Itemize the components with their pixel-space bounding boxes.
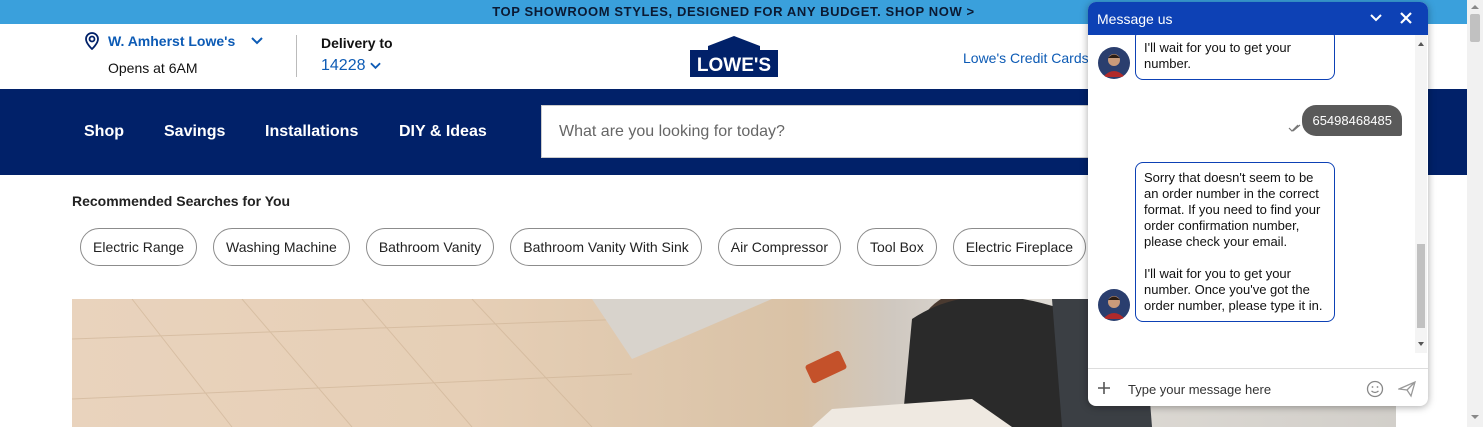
agent-avatar [1098, 289, 1130, 321]
promo-text[interactable]: TOP SHOWROOM STYLES, DESIGNED FOR ANY BU… [492, 4, 975, 19]
page-scrollbar[interactable] [1467, 0, 1483, 427]
read-receipt-icon [1288, 124, 1301, 132]
chat-input-bar [1088, 368, 1428, 406]
lowes-logo[interactable]: LOWE'S [690, 36, 778, 77]
delivery-label: Delivery to [321, 35, 393, 51]
nav-diy-ideas[interactable]: DIY & Ideas [399, 123, 487, 141]
agent-avatar [1098, 47, 1130, 79]
chip-bathroom-vanity-with-sink[interactable]: Bathroom Vanity With Sink [510, 228, 702, 266]
header-divider [296, 35, 297, 77]
search-input[interactable] [542, 106, 1100, 157]
chip-tool-box[interactable]: Tool Box [857, 228, 937, 266]
user-message: 65498468485 [1302, 105, 1402, 136]
chat-title: Message us [1097, 11, 1173, 27]
nav-shop[interactable]: Shop [84, 123, 124, 141]
send-icon[interactable] [1398, 380, 1416, 398]
store-hours: Opens at 6AM [108, 60, 198, 76]
chip-air-compressor[interactable]: Air Compressor [717, 228, 842, 266]
chevron-down-icon[interactable] [369, 62, 381, 70]
nav-installations[interactable]: Installations [265, 123, 358, 141]
delivery-selector[interactable]: Delivery to 14228 [321, 35, 393, 75]
agent-message: I'll wait for you to get your number. [1135, 35, 1335, 80]
chat-scroll-thumb[interactable] [1417, 244, 1425, 328]
chat-widget: Message us I'll wait for you to get your… [1088, 2, 1428, 406]
recommended-title: Recommended Searches for You [72, 193, 291, 209]
emoji-icon[interactable] [1366, 380, 1384, 398]
recommended-chips: Electric Range Washing Machine Bathroom … [80, 228, 1087, 266]
page-scroll-thumb[interactable] [1470, 14, 1480, 42]
agent-message: Sorry that doesn't seem to be an order n… [1135, 162, 1335, 322]
chip-bathroom-vanity[interactable]: Bathroom Vanity [365, 228, 495, 266]
store-name[interactable]: W. Amherst Lowe's [108, 33, 235, 49]
chat-message-input[interactable] [1126, 377, 1355, 401]
chip-electric-range[interactable]: Electric Range [80, 228, 198, 266]
agent-message-text: I'll wait for you to get your number. On… [1144, 266, 1323, 313]
chip-electric-fireplace[interactable]: Electric Fireplace [952, 228, 1087, 266]
agent-message-text: Sorry that doesn't seem to be an order n… [1144, 170, 1321, 249]
delivery-zip[interactable]: 14228 [321, 57, 366, 75]
nav-savings[interactable]: Savings [164, 123, 225, 141]
minimize-icon[interactable] [1369, 13, 1383, 23]
chat-transcript: I'll wait for you to get your number. 65… [1088, 35, 1416, 353]
svg-text:LOWE'S: LOWE'S [697, 55, 771, 76]
store-selector[interactable]: W. Amherst Lowe's Opens at 6AM [84, 32, 263, 76]
location-pin-icon [85, 32, 99, 50]
chat-scrollbar[interactable] [1415, 35, 1427, 353]
chat-header: Message us [1088, 2, 1428, 35]
chip-washing-machine[interactable]: Washing Machine [213, 228, 350, 266]
close-icon[interactable] [1399, 11, 1413, 25]
credit-cards-link[interactable]: Lowe's Credit Cards [963, 50, 1089, 66]
chevron-down-icon[interactable] [251, 37, 263, 45]
add-attachment-icon[interactable] [1097, 381, 1111, 395]
search-box[interactable] [541, 105, 1101, 158]
